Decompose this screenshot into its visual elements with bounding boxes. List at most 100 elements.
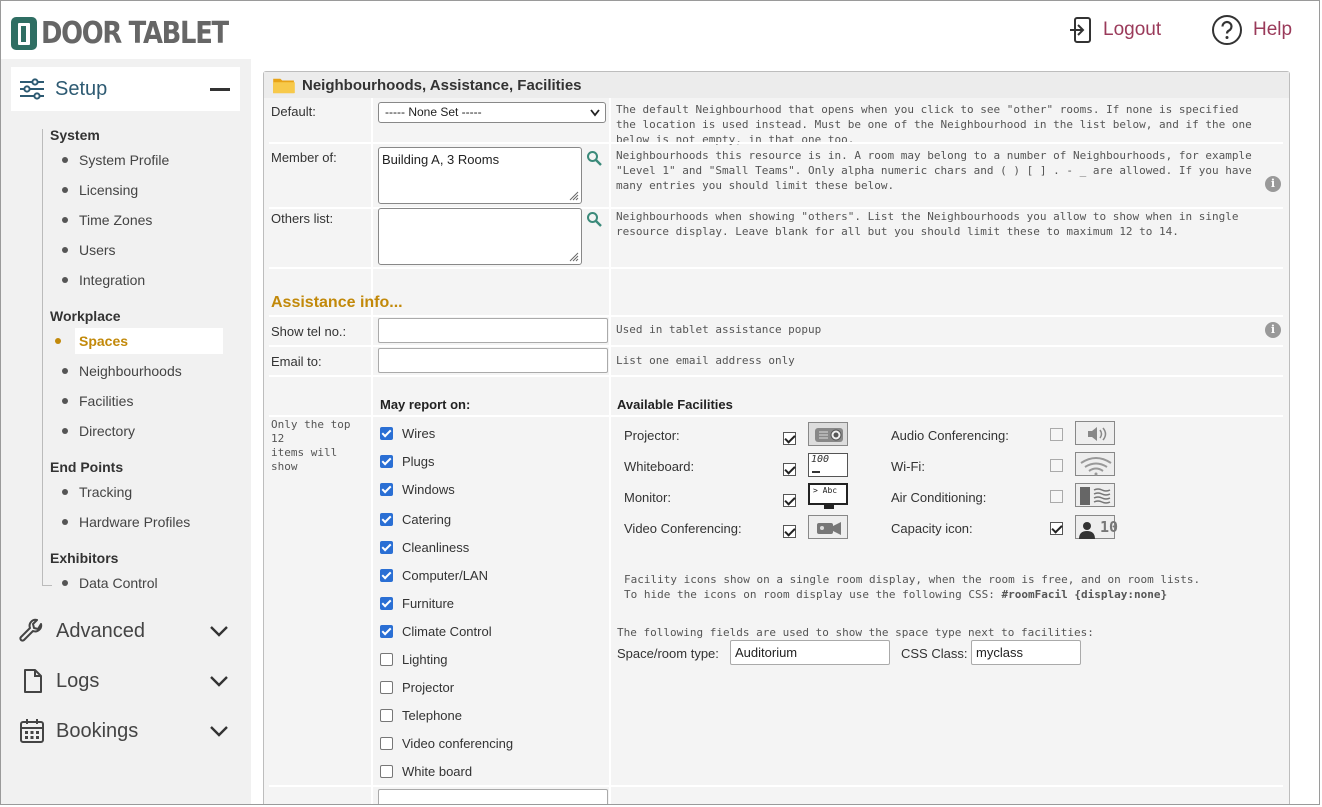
column-divider	[609, 98, 611, 804]
sidebar-section-bookings[interactable]: Bookings	[19, 716, 234, 746]
info-icon[interactable]: i	[1265, 322, 1281, 338]
checkbox[interactable]	[380, 680, 393, 694]
checkbox[interactable]	[380, 652, 393, 666]
space-room-type-input[interactable]: Auditorium	[730, 640, 890, 665]
bullet-icon	[62, 428, 68, 434]
sidebar-item-hardware-profiles[interactable]: Hardware Profiles	[50, 509, 224, 535]
video-camera-icon	[808, 515, 848, 539]
facility-air-conditioning-checkbox[interactable]	[1050, 490, 1063, 503]
checkbox-label: Climate Control	[402, 623, 492, 639]
report-furniture-checkbox[interactable]: Furniture	[380, 595, 454, 611]
show-tel-description: Used in tablet assistance popup	[616, 323, 822, 336]
checkbox-label: Telephone	[402, 707, 462, 723]
resize-grip-icon[interactable]	[569, 191, 579, 201]
checkbox[interactable]	[380, 540, 393, 554]
bullet-icon	[62, 187, 68, 193]
facility-monitor-checkbox[interactable]	[783, 494, 796, 507]
member-of-description-line: Neighbourhoods this resource is in. A ro…	[616, 149, 1252, 162]
door-tablet-logo[interactable]: DOOR TABLET	[11, 15, 258, 51]
chevron-down-icon	[590, 109, 600, 117]
report-plugs-checkbox[interactable]: Plugs	[380, 453, 435, 469]
bullet-icon	[62, 247, 68, 253]
info-icon[interactable]: i	[1265, 176, 1281, 192]
default-description-line: The default Neighbourhood that opens whe…	[616, 103, 1239, 116]
checkbox-label: Windows	[402, 481, 455, 497]
checkbox[interactable]	[380, 708, 393, 722]
sidebar-item-integration[interactable]: Integration	[50, 267, 224, 293]
group-workplace: Workplace	[50, 308, 121, 324]
show-tel-input[interactable]	[378, 318, 608, 343]
report-white-board-checkbox[interactable]: White board	[380, 763, 472, 779]
checkbox-label: Furniture	[402, 595, 455, 611]
next-row-input[interactable]	[378, 789, 608, 804]
sidebar-item-users[interactable]: Users	[50, 237, 224, 263]
document-icon	[24, 669, 42, 693]
sidebar-item-neighbourhoods[interactable]: Neighbourhoods	[50, 358, 224, 384]
checkbox[interactable]	[380, 764, 393, 778]
facility-capacity-checkbox[interactable]	[1050, 522, 1063, 535]
report-catering-checkbox[interactable]: Catering	[380, 511, 451, 527]
checkbox[interactable]	[380, 736, 393, 750]
checkbox-label: Projector	[402, 679, 455, 695]
resize-grip-icon[interactable]	[569, 252, 579, 262]
sidebar-item-facilities[interactable]: Facilities	[50, 388, 224, 414]
search-icon[interactable]	[586, 211, 602, 227]
sidebar-item-label: Time Zones	[79, 212, 153, 228]
facility-whiteboard-checkbox[interactable]	[783, 463, 796, 476]
member-of-textarea[interactable]: Building A, 3 Rooms	[378, 147, 582, 204]
sidebar-section-advanced[interactable]: Advanced	[19, 616, 234, 646]
checkbox[interactable]	[380, 426, 393, 440]
report-lighting-checkbox[interactable]: Lighting	[380, 651, 448, 667]
default-neighbourhood-select[interactable]: ----- None Set -----	[378, 102, 606, 123]
css-class-input[interactable]: myclass	[971, 640, 1081, 665]
checkbox[interactable]	[380, 596, 393, 610]
checkbox[interactable]	[380, 482, 393, 496]
sidebar-item-tracking[interactable]: Tracking	[50, 479, 224, 505]
sidebar-item-licensing[interactable]: Licensing	[50, 177, 224, 203]
member-of-description-line: "Level 1" and "Small Teams". Only alpha …	[616, 164, 1252, 177]
column-divider	[371, 98, 373, 804]
collapse-minus-icon[interactable]	[210, 88, 230, 91]
facility-projector-checkbox[interactable]	[783, 432, 796, 445]
logout-link[interactable]: Logout	[1069, 15, 1161, 45]
report-telephone-checkbox[interactable]: Telephone	[380, 707, 462, 723]
may-report-on-heading: May report on:	[380, 397, 471, 412]
available-facilities-heading: Available Facilities	[617, 397, 733, 412]
checkbox[interactable]	[380, 568, 393, 582]
checkbox[interactable]	[380, 624, 393, 638]
report-windows-checkbox[interactable]: Windows	[380, 481, 455, 497]
facility-video-conferencing-label: Video Conferencing:	[624, 521, 742, 536]
facility-wifi-checkbox[interactable]	[1050, 459, 1063, 472]
note-line: To hide the icons on room display use th…	[624, 588, 1002, 601]
sidebar-item-time-zones[interactable]: Time Zones	[50, 207, 224, 233]
checkbox[interactable]	[380, 454, 393, 468]
logout-label: Logout	[1103, 19, 1162, 40]
sidebar-item-label: Integration	[79, 272, 146, 288]
report-computer-lan-checkbox[interactable]: Computer/LAN	[380, 567, 488, 583]
whiteboard-icon-text: 100	[811, 454, 830, 465]
calendar-icon	[20, 719, 44, 743]
others-list-textarea[interactable]	[378, 208, 582, 265]
sidebar-item-directory[interactable]: Directory	[50, 418, 224, 444]
monitor-icon-text: > Abc	[813, 486, 838, 495]
sidebar-item-system-profile[interactable]: System Profile	[50, 147, 224, 173]
facility-audio-conferencing-checkbox[interactable]	[1050, 428, 1063, 441]
report-wires-checkbox[interactable]: Wires	[380, 425, 435, 441]
email-to-input[interactable]	[378, 348, 608, 373]
sidebar-section-setup[interactable]: Setup	[11, 67, 240, 111]
report-projector-checkbox[interactable]: Projector	[380, 679, 454, 695]
report-climate-control-checkbox[interactable]: Climate Control	[380, 623, 492, 639]
report-cleanliness-checkbox[interactable]: Cleanliness	[380, 539, 469, 555]
checkbox[interactable]	[380, 512, 393, 526]
search-icon[interactable]	[586, 150, 602, 166]
setup-label: Setup	[55, 77, 108, 100]
sidebar-section-logs[interactable]: Logs	[19, 666, 234, 696]
sidebar-item-data-control[interactable]: Data Control	[50, 570, 224, 596]
checkbox-label: Computer/LAN	[402, 567, 488, 583]
facility-video-conferencing-checkbox[interactable]	[783, 525, 796, 538]
help-link[interactable]: Help	[1211, 15, 1292, 45]
sidebar-item-spaces[interactable]: Spaces	[55, 328, 223, 354]
report-video-conferencing-checkbox[interactable]: Video conferencing	[380, 735, 513, 751]
panel-header: Neighbourhoods, Assistance, Facilities	[264, 72, 1289, 98]
email-to-description: List one email address only	[616, 354, 795, 367]
